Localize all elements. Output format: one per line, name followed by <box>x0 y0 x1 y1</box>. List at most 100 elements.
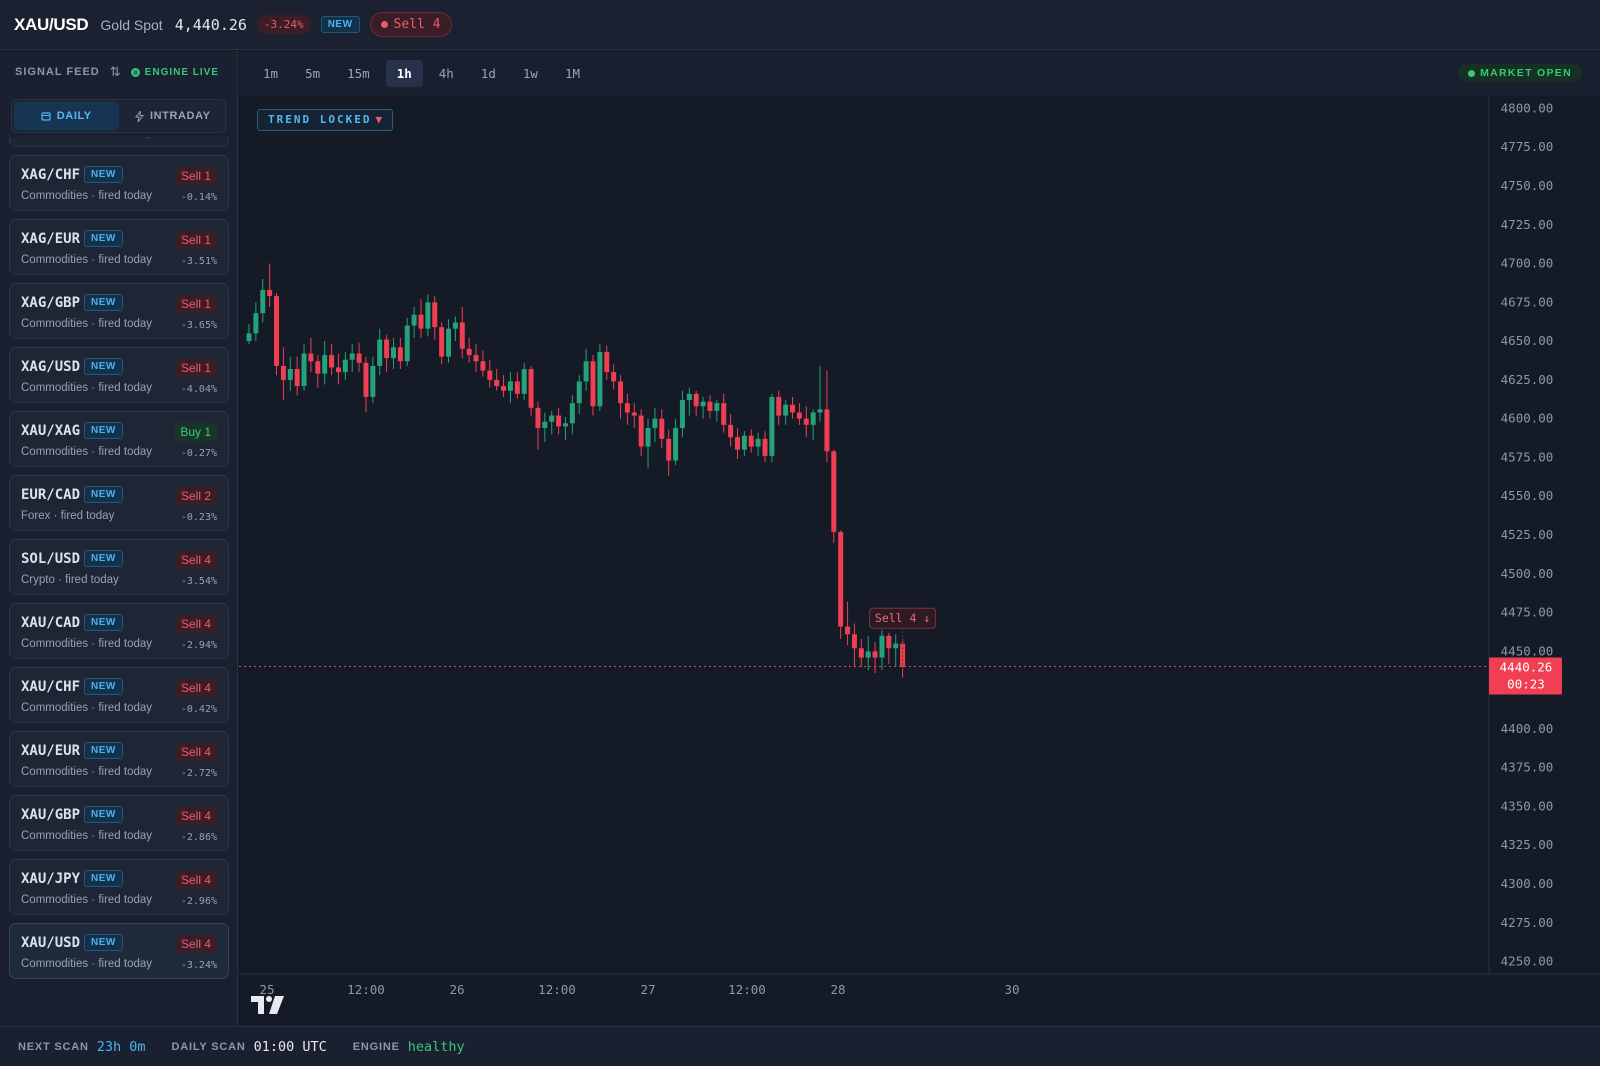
timeframe-15m-button[interactable]: 15m <box>336 60 381 87</box>
feed-item-xag-aud[interactable]: XAG/AUDNEWCommodities · fired todaySell … <box>9 137 229 147</box>
feed-item-change: -3.62% <box>181 137 217 139</box>
new-badge: NEW <box>84 742 123 759</box>
x-tick-label: 28 <box>830 982 845 997</box>
candle-down <box>776 396 782 416</box>
timeframe-1d-button[interactable]: 1d <box>470 60 507 87</box>
x-tick-label: 27 <box>640 982 655 997</box>
timeframe-5m-button[interactable]: 5m <box>294 60 331 87</box>
feed-item-xau-usd[interactable]: XAU/USD NEW Commodities · fired today Sell … <box>9 923 229 979</box>
candle-down <box>274 296 280 366</box>
feed-item-change: -0.42% <box>180 704 217 715</box>
candle-down <box>397 347 403 362</box>
timeframe-4h-button[interactable]: 4h <box>428 60 465 87</box>
new-badge: NEW <box>320 16 360 33</box>
feed-item-xag-gbp[interactable]: XAG/GBP NEW Commodities · fired today Sell … <box>9 283 229 339</box>
candle-down <box>693 393 699 407</box>
feed-item-change: -0.14% <box>180 192 217 203</box>
candle-up <box>246 333 252 342</box>
feed-item-change: -0.23% <box>180 512 217 523</box>
engine-live-indicator: ENGINE LIVE <box>130 67 219 78</box>
market-status-label: MARKET OPEN <box>1480 67 1572 79</box>
feed-item-symbol: XAG/CHF <box>21 167 81 183</box>
timeframe-1w-button[interactable]: 1w <box>512 60 549 87</box>
y-tick-label: 4800.00 <box>1501 100 1554 115</box>
signal-pill-label: Sell 4 <box>393 17 441 32</box>
feed-item-xag-chf[interactable]: XAG/CHF NEW Commodities · fired today Sell … <box>9 155 229 211</box>
feed-item-subtitle: Commodities · fired today <box>21 318 153 330</box>
candle-up <box>404 325 410 362</box>
feed-item-subtitle: Commodities · fired today <box>21 254 153 266</box>
mode-daily-button[interactable]: DAILY <box>14 102 119 130</box>
top-bar: XAU/USD Gold Spot 4,440.26 -3.24% NEW Se… <box>0 0 1600 50</box>
candle-down <box>851 634 857 649</box>
new-badge: NEW <box>84 806 123 823</box>
feed-item-signal: Sell 4 <box>174 551 217 569</box>
new-badge: NEW <box>84 550 123 567</box>
next-scan-label: NEXT SCAN <box>18 1040 89 1053</box>
candle-up <box>370 365 376 397</box>
candle-down <box>624 403 630 413</box>
feed-item-subtitle: Commodities · fired today <box>21 638 153 650</box>
feed-item-subtitle: Commodities · fired today <box>21 766 153 778</box>
feed-item-change: -3.51% <box>180 256 217 267</box>
feed-item-sol-usd[interactable]: SOL/USD NEW Crypto · fired today Sell 4 -3.5… <box>9 539 229 595</box>
feed-item-change: -2.94% <box>180 640 217 651</box>
signal-feed-list: XAG/AUDNEWCommodities · fired todaySell … <box>0 137 237 1026</box>
timeframe-1m-button[interactable]: 1m <box>252 60 289 87</box>
feed-item-xag-usd[interactable]: XAG/USD NEW Commodities · fired today Sell … <box>9 347 229 403</box>
y-tick-label: 4550.00 <box>1501 488 1554 503</box>
candle-down <box>631 412 637 416</box>
x-tick-label: 25 <box>259 982 274 997</box>
x-tick-label: 30 <box>1004 982 1019 997</box>
feed-item-xau-chf[interactable]: XAU/CHF NEW Commodities · fired today Sell … <box>9 667 229 723</box>
feed-item-symbol: XAU/CHF <box>21 679 81 695</box>
candle-up <box>817 409 823 413</box>
x-tick-label: 12:00 <box>347 982 385 997</box>
feed-item-symbol: XAU/XAG <box>21 423 81 439</box>
candle-up <box>425 302 431 329</box>
candle-down <box>734 437 740 450</box>
candlestick-chart[interactable]: 4800.00 4775.00 4750.00 4725.00 4700.00 4675.… <box>239 96 1600 1026</box>
feed-item-xau-cad[interactable]: XAU/CAD NEW Commodities · fired today Sell … <box>9 603 229 659</box>
y-tick-label: 4300.00 <box>1501 876 1554 891</box>
mode-intraday-button[interactable]: INTRADAY <box>121 100 226 132</box>
candle-up <box>349 353 355 360</box>
candle-down <box>666 438 672 461</box>
candle-down <box>590 361 596 407</box>
candle-down <box>638 415 644 447</box>
candle-down <box>824 409 830 452</box>
feed-item-xag-eur[interactable]: XAG/EUR NEW Commodities · fired today Sell … <box>9 219 229 275</box>
candle-up <box>576 381 582 404</box>
candle-up <box>741 435 747 450</box>
y-tick-label: 4350.00 <box>1501 798 1554 813</box>
feed-item-xau-xag[interactable]: XAU/XAG NEW Commodities · fired today Buy 1… <box>9 411 229 467</box>
feed-item-signal: Sell 4 <box>174 935 217 953</box>
candle-up <box>301 353 307 387</box>
feed-item-xau-gbp[interactable]: XAU/GBP NEW Commodities · fired today Sell … <box>9 795 229 851</box>
candle-down <box>838 531 844 627</box>
candle-up <box>260 289 266 314</box>
feed-item-subtitle: Forex · fired today <box>21 510 115 522</box>
timeframe-1M-button[interactable]: 1M <box>554 60 591 87</box>
feed-item-change: -2.72% <box>180 768 217 779</box>
feed-item-xau-jpy[interactable]: XAU/JPY NEW Commodities · fired today Sell … <box>9 859 229 915</box>
candle-down <box>618 381 624 404</box>
feed-item-change: -2.86% <box>180 832 217 843</box>
feed-item-signal: Sell 1 <box>174 231 217 249</box>
y-tick-label: 4700.00 <box>1501 256 1554 271</box>
signal-pill[interactable]: Sell 4 <box>369 12 452 37</box>
timeframe-1h-button[interactable]: 1h <box>385 60 423 87</box>
feed-item-xau-eur[interactable]: XAU/EUR NEW Commodities · fired today Sell … <box>9 731 229 787</box>
candle-up <box>652 418 658 428</box>
feed-item-subtitle: Commodities · fired today <box>21 382 153 394</box>
candle-down <box>728 424 734 438</box>
candle-up <box>769 396 775 456</box>
y-tick-label: 4500.00 <box>1501 566 1554 581</box>
sort-arrows-icon[interactable]: ⇅ <box>110 64 121 80</box>
feed-item-eur-cad[interactable]: EUR/CAD NEW Forex · fired today Sell 2 -0.23… <box>9 475 229 531</box>
signal-feed-title: SIGNAL FEED <box>15 66 100 78</box>
candle-down <box>308 353 314 362</box>
feed-item-subtitle: Commodities · fired today <box>21 446 153 458</box>
candle-down <box>831 451 837 532</box>
trend-locked-dropdown[interactable]: TREND LOCKED ▼ <box>257 109 394 131</box>
